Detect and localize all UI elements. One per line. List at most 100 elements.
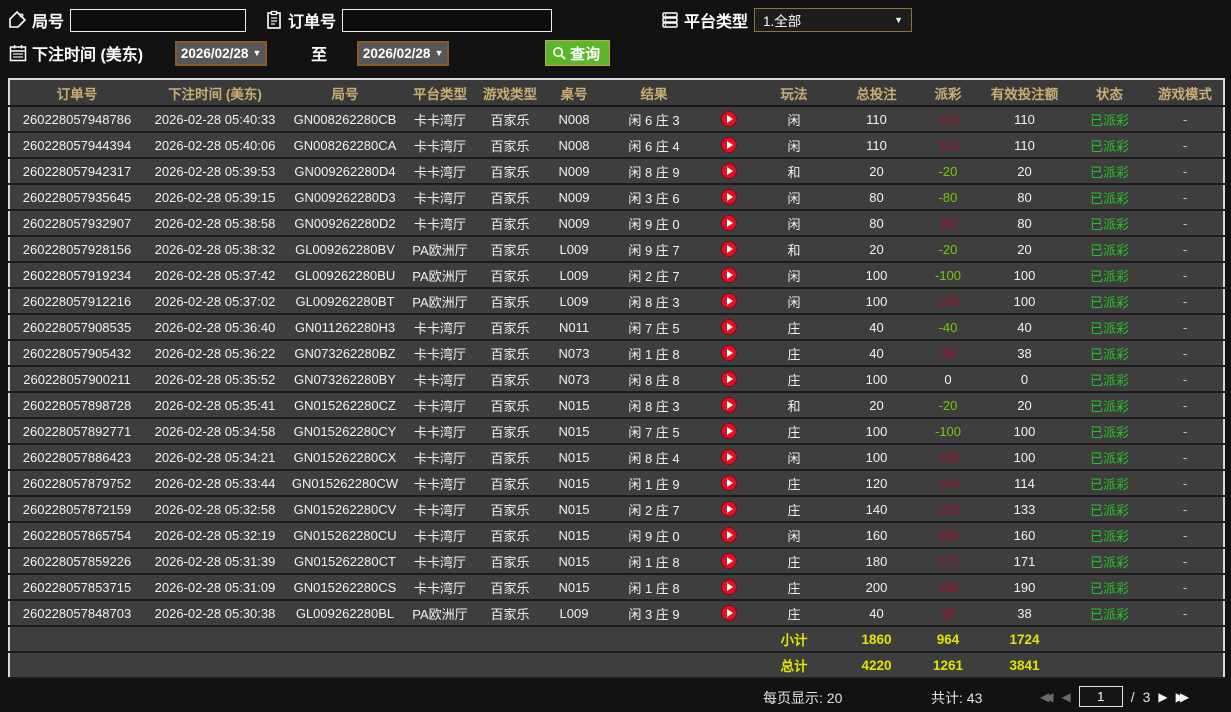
col-total-bet: 总投注	[834, 79, 919, 107]
total-payout: 1261	[919, 652, 977, 679]
cell-table-no: N073	[544, 340, 604, 367]
table-row: 260228057928156 2026-02-28 05:38:32 GL0092…	[9, 236, 1224, 263]
cell-bet-type: 庄	[754, 366, 834, 393]
play-video-icon[interactable]	[721, 215, 737, 232]
search-icon	[553, 46, 566, 60]
cell-order-id: 260228057872159	[9, 496, 144, 523]
cell-total-bet: 200	[834, 574, 919, 601]
cell-bet-type: 和	[754, 236, 834, 263]
play-video-icon[interactable]	[721, 579, 737, 596]
round-id-label: 局号	[32, 14, 65, 31]
cell-table-no: N008	[544, 132, 604, 159]
play-video-icon[interactable]	[721, 241, 737, 258]
play-video-icon[interactable]	[721, 449, 737, 466]
cell-table-no: N015	[544, 496, 604, 523]
col-table-no: 桌号	[544, 79, 604, 107]
cell-total-bet: 100	[834, 444, 919, 471]
col-bet-type: 玩法	[754, 79, 834, 107]
play-video-icon[interactable]	[721, 553, 737, 570]
platform-select[interactable]: 1.全部 ▼	[754, 8, 913, 32]
cell-payout: 100	[919, 444, 977, 471]
play-video-icon[interactable]	[721, 475, 737, 492]
order-id-input[interactable]	[342, 8, 553, 32]
cell-play	[704, 132, 754, 159]
cell-payout: 114	[919, 470, 977, 497]
cell-order-id: 260228057905432	[9, 340, 144, 367]
cell-platform: 卡卡湾厅	[404, 158, 476, 185]
table-row: 260228057912216 2026-02-28 05:37:02 GL0092…	[9, 288, 1224, 315]
table-row: 260228057944394 2026-02-28 05:40:06 GN0082…	[9, 132, 1224, 159]
cell-round-id: GN015262280CZ	[286, 392, 404, 419]
cell-payout: -20	[919, 236, 977, 263]
cell-bet-time: 2026-02-28 05:32:19	[144, 522, 286, 549]
date-from-picker[interactable]: 2026/02/28 ▼	[175, 40, 268, 66]
play-video-icon[interactable]	[721, 345, 737, 362]
cell-payout: -20	[919, 392, 977, 419]
cell-platform: 卡卡湾厅	[404, 340, 476, 367]
first-page-button[interactable]: ◀◀	[1040, 690, 1054, 704]
cell-play	[704, 574, 754, 601]
play-video-icon[interactable]	[721, 111, 737, 128]
cell-result: 闲 1 庄 8	[604, 340, 704, 367]
play-video-icon[interactable]	[721, 501, 737, 518]
play-video-icon[interactable]	[721, 319, 737, 336]
next-page-button[interactable]: ▶	[1158, 690, 1167, 704]
cell-platform: PA欧洲厅	[404, 600, 476, 627]
col-payout: 派彩	[919, 79, 977, 107]
cell-valid-bet: 20	[977, 392, 1072, 419]
cell-status: 已派彩	[1072, 184, 1147, 211]
subtotal-label: 小计	[754, 626, 834, 653]
cell-platform: 卡卡湾厅	[404, 548, 476, 575]
play-video-icon[interactable]	[721, 423, 737, 440]
chevron-down-icon: ▼	[252, 48, 262, 58]
play-video-icon[interactable]	[721, 293, 737, 310]
cell-payout: 0	[919, 366, 977, 393]
date-to-picker[interactable]: 2026/02/28 ▼	[357, 40, 450, 66]
cell-valid-bet: 190	[977, 574, 1072, 601]
total-label: 总计	[754, 652, 834, 679]
cell-round-id: GN015262280CT	[286, 548, 404, 575]
play-video-icon[interactable]	[721, 163, 737, 180]
play-video-icon[interactable]	[721, 189, 737, 206]
cell-total-bet: 140	[834, 496, 919, 523]
cell-round-id: GN008262280CA	[286, 132, 404, 159]
play-video-icon[interactable]	[721, 397, 737, 414]
cell-bet-time: 2026-02-28 05:30:38	[144, 600, 286, 627]
prev-page-button[interactable]: ◀	[1061, 690, 1070, 704]
table-row: 260228057872159 2026-02-28 05:32:58 GN0152…	[9, 496, 1224, 523]
cell-game-type: 百家乐	[476, 262, 544, 289]
cell-status: 已派彩	[1072, 314, 1147, 341]
cell-play	[704, 366, 754, 393]
page-number-input[interactable]	[1078, 686, 1123, 707]
last-page-button[interactable]: ▶▶	[1176, 690, 1190, 704]
query-button[interactable]: 查询	[545, 40, 611, 66]
cell-bet-time: 2026-02-28 05:37:42	[144, 262, 286, 289]
cell-game-mode: -	[1147, 444, 1224, 471]
play-video-icon[interactable]	[721, 605, 737, 622]
round-id-input[interactable]	[70, 8, 247, 32]
cell-bet-time: 2026-02-28 05:31:39	[144, 548, 286, 575]
orders-table: 订单号 下注时间 (美东) 局号 平台类型 游戏类型 桌号 结果 玩法 总投注 …	[8, 78, 1225, 679]
play-video-icon[interactable]	[721, 137, 737, 154]
col-round-id: 局号	[286, 79, 404, 107]
cell-game-mode: -	[1147, 470, 1224, 497]
table-header-row: 订单号 下注时间 (美东) 局号 平台类型 游戏类型 桌号 结果 玩法 总投注 …	[9, 79, 1224, 107]
cell-result: 闲 2 庄 7	[604, 496, 704, 523]
cell-result: 闲 9 庄 0	[604, 210, 704, 237]
date-to-value: 2026/02/28	[362, 45, 431, 61]
filter-bar: 局号 订单号 平台类型 1.全部 ▼ 下注时间 (美东) 2026/02/28 …	[0, 0, 1231, 68]
total-valid-bet: 3841	[977, 652, 1072, 679]
play-video-icon[interactable]	[721, 527, 737, 544]
cell-game-type: 百家乐	[476, 236, 544, 263]
play-video-icon[interactable]	[721, 371, 737, 388]
cell-order-id: 260228057848703	[9, 600, 144, 627]
cell-bet-type: 闲	[754, 106, 834, 133]
tag-icon	[8, 10, 28, 30]
cell-status: 已派彩	[1072, 444, 1147, 471]
cell-order-id: 260228057886423	[9, 444, 144, 471]
play-video-icon[interactable]	[721, 267, 737, 284]
cell-play	[704, 548, 754, 575]
cell-platform: 卡卡湾厅	[404, 496, 476, 523]
cell-result: 闲 3 庄 9	[604, 600, 704, 627]
platform-type-label: 平台类型	[684, 14, 749, 31]
